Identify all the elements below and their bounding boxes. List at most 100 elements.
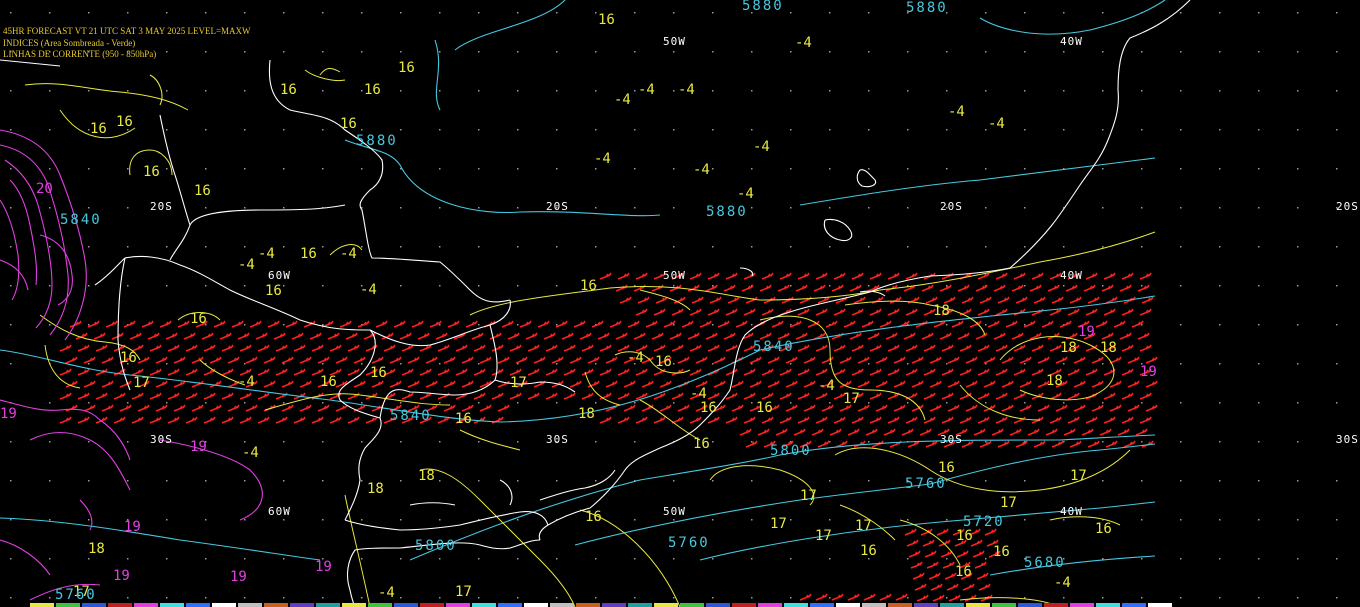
peru-coast <box>0 59 61 67</box>
grid-dot <box>88 519 90 521</box>
wind-barb <box>615 284 628 292</box>
grid-dot <box>829 12 831 14</box>
grid-dot <box>673 246 675 248</box>
grid-dot <box>244 480 246 482</box>
grid-dot <box>10 441 12 443</box>
wind-barb <box>839 356 852 364</box>
grid-dot <box>712 246 714 248</box>
wind-barb <box>455 368 468 376</box>
grid-dot <box>244 90 246 92</box>
wind-barb <box>83 404 96 412</box>
height-value-label: 5880 <box>906 0 948 16</box>
grid-dot <box>361 519 363 521</box>
wind-barb <box>1109 404 1122 412</box>
grid-dot <box>166 285 168 287</box>
wind-barb <box>1037 356 1050 364</box>
wind-barb <box>149 416 162 424</box>
wind-barb <box>671 344 684 352</box>
wind-barb <box>299 404 312 412</box>
magenta-value-label: 19 <box>0 406 17 422</box>
wind-barb <box>1145 356 1158 364</box>
grid-dot <box>10 12 12 14</box>
wind-barb <box>761 392 774 400</box>
wind-barb <box>1019 356 1032 364</box>
wind-barb <box>1135 428 1148 436</box>
grid-dot <box>712 480 714 482</box>
grid-coordinate-label: 20S <box>546 200 569 213</box>
wind-barb <box>401 344 414 352</box>
grid-dot <box>322 129 324 131</box>
index-value-label: 16 <box>1095 521 1112 537</box>
grid-dot <box>751 597 753 599</box>
wind-barb <box>803 356 816 364</box>
grid-dot <box>829 363 831 365</box>
grid-dot <box>1102 207 1104 209</box>
grid-dot <box>673 51 675 53</box>
grid-dot <box>10 129 12 131</box>
wind-barb <box>905 344 918 352</box>
wind-barb <box>689 344 702 352</box>
grid-dot <box>790 12 792 14</box>
wind-barb <box>95 392 108 400</box>
wind-barb <box>735 320 748 328</box>
wind-barb <box>979 296 992 304</box>
wind-barb <box>1101 284 1114 292</box>
grid-dot <box>400 519 402 521</box>
wind-barb <box>901 428 914 436</box>
wind-barb <box>587 356 600 364</box>
wind-barb <box>375 320 388 328</box>
grid-dot <box>1297 597 1299 599</box>
wind-barb <box>797 392 810 400</box>
index-negative-label: -4 <box>360 282 377 298</box>
grid-dot <box>907 597 909 599</box>
grid-dot <box>1180 168 1182 170</box>
wind-barb <box>904 528 917 536</box>
grid-dot <box>868 207 870 209</box>
wind-barb <box>65 356 78 364</box>
magenta-value-label: 19 <box>190 439 207 455</box>
wind-barb <box>941 272 954 280</box>
wind-barb <box>147 332 160 340</box>
wind-barb <box>921 284 934 292</box>
wind-barb <box>1085 368 1098 376</box>
grid-dot <box>10 519 12 521</box>
grid-dot <box>127 480 129 482</box>
wind-barb <box>173 380 186 388</box>
grid-dot <box>88 558 90 560</box>
grid-dot <box>478 90 480 92</box>
height-value-label: 5760 <box>55 587 97 603</box>
wind-barb <box>851 416 864 424</box>
color-strip-segment <box>784 603 808 607</box>
wind-barb <box>707 344 720 352</box>
grid-dot <box>400 51 402 53</box>
grid-dot <box>439 519 441 521</box>
grid-dot <box>1258 519 1260 521</box>
wind-barb <box>77 368 90 376</box>
grid-dot <box>478 285 480 287</box>
grid-dot <box>556 558 558 560</box>
grid-dot <box>322 324 324 326</box>
index-value-label: 16 <box>116 114 133 130</box>
wind-barb <box>671 308 684 316</box>
grid-dot <box>1219 402 1221 404</box>
grid-dot <box>283 441 285 443</box>
wind-barb <box>401 368 414 376</box>
magenta-value-label: 19 <box>230 569 247 585</box>
color-strip-segment <box>706 603 730 607</box>
grid-dot <box>1336 558 1338 560</box>
grid-dot <box>751 51 753 53</box>
index-value-label: 17 <box>855 518 872 534</box>
index-value-label: 17 <box>800 488 817 504</box>
grid-dot <box>985 246 987 248</box>
index-negative-label: -4 <box>238 257 255 273</box>
wind-barb <box>407 380 420 388</box>
grid-coordinate-label: 30S <box>1336 433 1359 446</box>
grid-dot <box>166 90 168 92</box>
wind-barb <box>411 320 424 328</box>
grid-dot <box>673 12 675 14</box>
wind-barb <box>633 284 646 292</box>
grid-dot <box>1219 558 1221 560</box>
grid-dot <box>751 129 753 131</box>
wind-barb <box>681 320 694 328</box>
brazil-coast <box>538 0 1191 541</box>
